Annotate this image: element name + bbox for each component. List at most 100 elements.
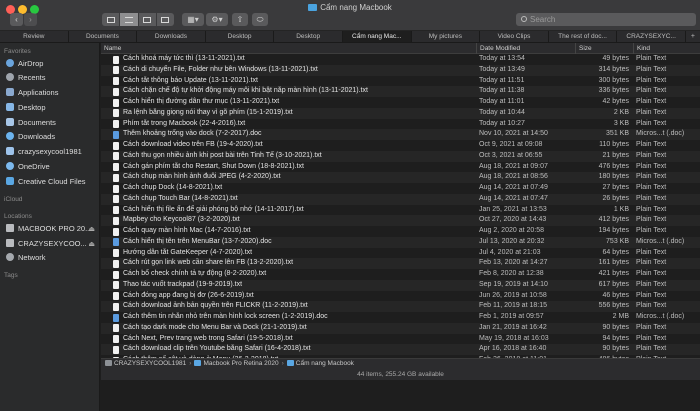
sidebar-item-downloads[interactable]: Downloads: [6, 132, 98, 144]
file-row[interactable]: Cách hiển thị đường dẫn thư mục (13-11-2…: [101, 97, 700, 108]
list-view-button[interactable]: [120, 13, 139, 26]
sidebar-item-desktop[interactable]: Desktop: [6, 103, 98, 115]
sidebar-item-creative-cloud[interactable]: Creative Cloud Files: [6, 177, 98, 189]
file-row[interactable]: Phím tắt trong Macbook (22-4-2016).txt To…: [101, 119, 700, 130]
file-row[interactable]: Thêm khoảng trống vào dock (7-2-2017).do…: [101, 129, 700, 140]
group-by-button[interactable]: ▦▾: [182, 13, 204, 26]
icon-view-button[interactable]: [102, 13, 121, 26]
file-date: Aug 14, 2021 at 07:49: [479, 184, 548, 191]
text-file-icon: [113, 270, 119, 279]
word-document-icon: [113, 238, 119, 247]
new-tab-button[interactable]: +: [686, 31, 700, 42]
back-button[interactable]: ‹: [10, 13, 23, 26]
search-field[interactable]: [516, 13, 696, 26]
file-name: Cách Next, Prev trang web trong Safari (…: [123, 334, 293, 342]
sidebar-item-onedrive[interactable]: OneDrive: [6, 162, 98, 174]
file-row[interactable]: Cách chụp Touch Bar (14-8-2021).txt Aug 1…: [101, 193, 700, 205]
file-row[interactable]: Cách gán phím tắt cho Restart, Shut Down…: [101, 162, 700, 173]
sidebar-item-external-disk[interactable]: CRAZYSEXYCOO... ⏏: [6, 239, 98, 251]
file-row[interactable]: Cách thu gọn nhiều ảnh khi post bài trên…: [101, 150, 700, 162]
column-header-size[interactable]: Size: [575, 43, 592, 54]
file-row[interactable]: Cách chụp Dock (14-8-2021).txt Aug 14, 20…: [101, 183, 700, 194]
sidebar-item-airdrop[interactable]: AirDrop: [6, 59, 98, 71]
column-header-name[interactable]: Name: [101, 43, 121, 54]
sidebar-item-home[interactable]: crazysexycool1981: [6, 147, 98, 159]
file-row[interactable]: Cách thêm tin nhắn nhỏ trên màn hình loc…: [101, 312, 700, 323]
file-size: 412 bytes: [598, 216, 629, 224]
file-date: Today at 11:51: [479, 76, 525, 84]
gallery-view-button[interactable]: [157, 13, 174, 26]
tab-crazysexycool[interactable]: CRAZYSEXYC...: [617, 31, 686, 42]
file-row[interactable]: Cách di chuyển File, Folder như bên Wind…: [101, 64, 700, 76]
file-name: Cách download video trên FB (19-4-2020).…: [123, 141, 263, 148]
eject-icon[interactable]: ⏏: [88, 240, 95, 248]
list-icon: [124, 16, 133, 23]
tab-desktop[interactable]: Desktop: [206, 31, 275, 42]
file-row[interactable]: Cách hiển thị tên trên MenuBar (13-7-202…: [101, 236, 700, 248]
file-kind: Plain Text: [636, 184, 667, 191]
file-name: Cách chặn chế độ tự khởi động máy mỗi kh…: [123, 87, 368, 95]
column-view-button[interactable]: [139, 13, 157, 26]
path-item[interactable]: CRAZYSEXYCOOL1981: [105, 359, 186, 369]
file-size: 476 bytes: [598, 162, 629, 170]
file-row[interactable]: Cách hiển thị file ẩn để giải phóng bộ n…: [101, 205, 700, 216]
file-row[interactable]: Cách download ảnh bản quyền trên FLICKR …: [101, 301, 700, 312]
share-button[interactable]: ⇧: [232, 13, 248, 26]
tab-downloads[interactable]: Downloads: [137, 31, 206, 42]
eject-icon[interactable]: ⏏: [88, 225, 95, 233]
file-date: Today at 13:49: [479, 65, 525, 73]
file-row[interactable]: Cách chặn chế độ tự khởi động máy mỗi kh…: [101, 86, 700, 97]
disk-icon: [6, 224, 14, 232]
file-row[interactable]: Cách khoá máy tức thì (13-11-2021).txt To…: [101, 54, 700, 65]
tag-button[interactable]: ⬭: [252, 13, 268, 26]
tab-video-clips[interactable]: Video Clips: [480, 31, 549, 42]
text-file-icon: [113, 98, 119, 107]
column-header-kind[interactable]: Kind: [633, 43, 650, 54]
search-input[interactable]: [530, 13, 690, 26]
column-header-date[interactable]: Date Modified: [476, 43, 520, 54]
folder-icon: [194, 360, 202, 366]
text-file-icon: [113, 163, 119, 171]
file-row[interactable]: Hướng dẫn tắt GateKeeper (4-7-2020).txt J…: [101, 248, 700, 259]
file-row[interactable]: Thao tác vuốt trackpad (19-9-2019).txt Se…: [101, 279, 700, 291]
file-row[interactable]: Cách download clip trên Youtube bằng Saf…: [101, 344, 700, 355]
tab-rest-of-doc[interactable]: The rest of doc...: [549, 31, 618, 42]
file-row[interactable]: Cách đóng app đang bị đơ (26-6-2019).txt…: [101, 291, 700, 302]
file-size: 617 bytes: [598, 280, 629, 288]
tab-my-pictures[interactable]: My pictures: [412, 31, 481, 42]
sidebar-item-documents[interactable]: Documents: [6, 118, 98, 130]
file-row[interactable]: Cách quay màn hình Mac (14-7-2016).txt Au…: [101, 226, 700, 237]
tab-review[interactable]: Review: [0, 31, 69, 42]
file-row[interactable]: Cách rút gọn link web cần share lên FB (…: [101, 258, 700, 269]
sidebar-item-recents[interactable]: Recents: [6, 73, 98, 85]
text-file-icon: [113, 249, 119, 257]
file-row[interactable]: Cách chụp màn hình ảnh đuôi JPEG (4-2-20…: [101, 172, 700, 183]
file-name: Cách thêm tin nhắn nhỏ trên màn hình loc…: [123, 313, 328, 320]
file-name: Cách khoá máy tức thì (13-11-2021).txt: [123, 55, 245, 62]
file-row[interactable]: Ra lệnh bằng giọng nói thay vì gõ phím (…: [101, 107, 700, 119]
file-row[interactable]: Mapbey cho Keycool87 (3-2-2020).txt Oct 2…: [101, 215, 700, 226]
tab-cam-nang-macbook[interactable]: Cẩm nang Mac...: [342, 31, 412, 42]
tab-documents[interactable]: Documents: [69, 31, 138, 42]
file-size: 1 KB: [613, 205, 629, 213]
file-row[interactable]: Cách tạo dark mode cho Menu Bar và Dock …: [101, 322, 700, 334]
sidebar-item-network[interactable]: Network: [6, 253, 98, 265]
sidebar-item-applications[interactable]: Applications: [6, 88, 98, 100]
file-row[interactable]: Cách bổ check chính tả tự động (8-2-2020…: [101, 269, 700, 280]
file-size: 46 bytes: [602, 291, 629, 299]
sidebar-item-macbook-disk[interactable]: MACBOOK PRO 20... ⏏: [6, 224, 98, 236]
file-name: Cách chụp Touch Bar (14-8-2021).txt: [123, 194, 238, 202]
forward-button[interactable]: ›: [24, 13, 37, 26]
file-row[interactable]: Cách Next, Prev trang web trong Safari (…: [101, 334, 700, 345]
sidebar: Favorites AirDrop Recents Applications D…: [0, 43, 100, 411]
action-menu-button[interactable]: ⚙▾: [206, 13, 228, 26]
file-row[interactable]: Cách tắt thông báo Update (13-11-2021).t…: [101, 76, 700, 87]
text-file-icon: [113, 152, 119, 161]
file-row[interactable]: Cách download video trên FB (19-4-2020).…: [101, 140, 700, 151]
gallery-icon: [161, 16, 170, 23]
disk-icon: [105, 360, 112, 366]
tab-desktop-2[interactable]: Desktop: [274, 31, 343, 42]
path-item[interactable]: Cẩm nang Macbook: [286, 359, 354, 369]
path-item[interactable]: Macbook Pro Retina 2020: [194, 359, 279, 369]
text-file-icon: [113, 77, 119, 85]
